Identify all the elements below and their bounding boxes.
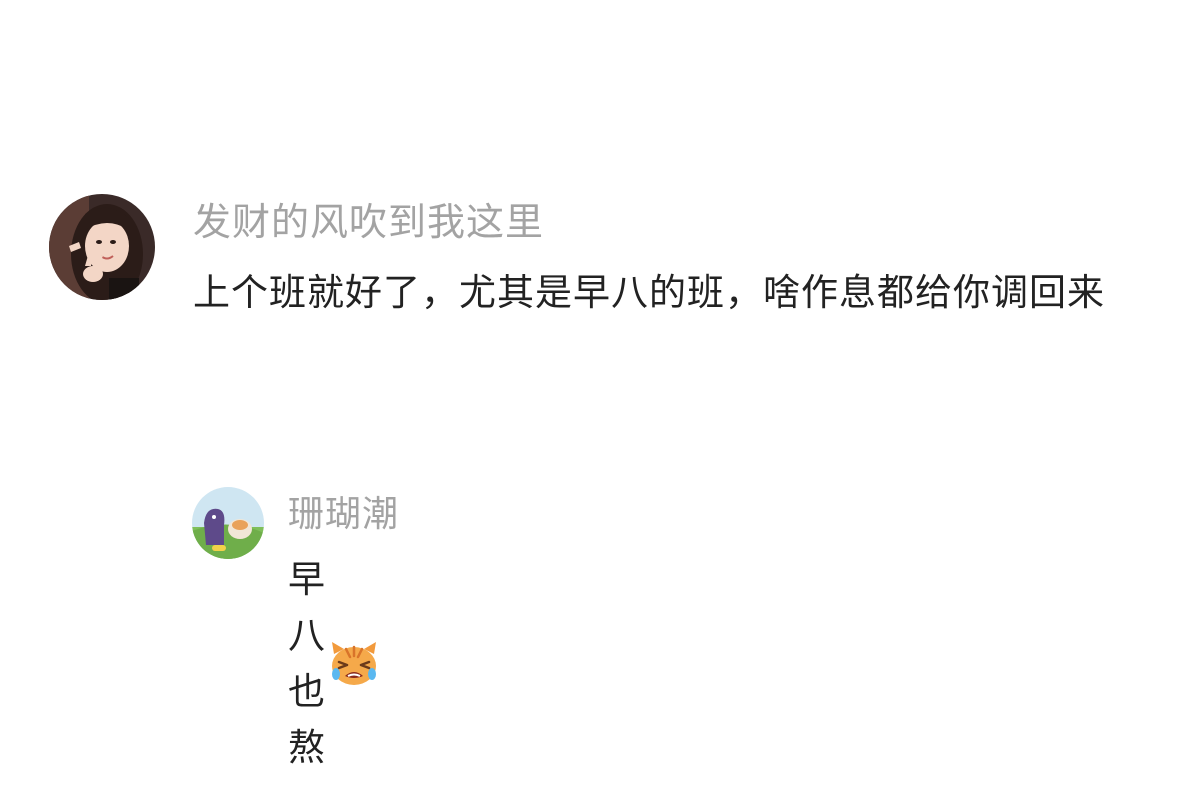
user-avatar[interactable] (49, 194, 155, 300)
user-photo-avatar-icon (49, 194, 155, 300)
username[interactable]: 发财的风吹到我这里 (193, 196, 544, 248)
reply-content: 早八也熬 (288, 552, 380, 776)
username[interactable]: 珊瑚潮 (288, 490, 399, 540)
cartoon-avatar-icon (192, 487, 264, 559)
user-avatar[interactable] (192, 487, 264, 559)
comment-text: 上个班就好了，尤其是早八的班，啥作息都给你调回来 (193, 271, 1105, 314)
crying-cat-emoji-icon (328, 640, 380, 688)
reply-text: 早八也熬 (288, 558, 326, 769)
